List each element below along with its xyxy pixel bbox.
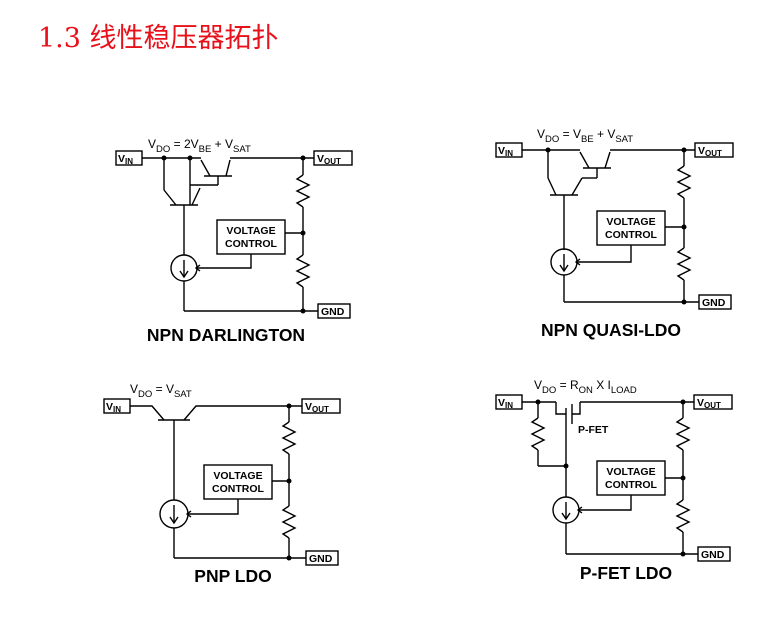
circuit-npn-quasi-ldo: VDO = VBE + VSAT VIN VOUT GND VOLTAGE CO… — [495, 127, 734, 340]
circuit-npn-darlington: VDO = 2VBE + VSAT VIN VOUT GND VOLTAGE C… — [115, 137, 353, 345]
gate-resistor — [530, 402, 566, 467]
dropout-formula: VDO = VBE + VSAT — [537, 127, 633, 145]
circuit-caption: P-FET LDO — [580, 563, 672, 583]
circuit-caption: NPN QUASI-LDO — [541, 320, 681, 340]
dropout-formula: VDO = VSAT — [130, 382, 192, 400]
linear-regulator-topologies-slide: 1.3 线性稳压器拓扑 VDO = 2VBE + VSAT VIN VOUT G… — [38, 23, 734, 586]
circuit-caption: PNP LDO — [194, 566, 271, 586]
gnd-pin-label: GND — [321, 306, 345, 318]
resistor-divider — [676, 150, 692, 302]
resistor-divider — [295, 158, 311, 311]
voltage-control-label: VOLTAGE — [226, 225, 275, 237]
circuit-caption: NPN DARLINGTON — [147, 325, 305, 345]
npn-transistor-q2 — [163, 187, 201, 222]
voltage-control-label: CONTROL — [605, 479, 657, 491]
circuit-pnp-ldo: VDO = VSAT VIN VOUT GND VOLTAGE CONTROL — [103, 382, 341, 586]
voltage-control-label: VOLTAGE — [606, 216, 655, 228]
dropout-formula: VDO = 2VBE + VSAT — [148, 137, 251, 155]
voltage-control-label: CONTROL — [225, 238, 277, 250]
junction-dot — [286, 555, 292, 561]
gnd-pin-label: GND — [702, 297, 726, 309]
dropout-formula: VDO = RON X ILOAD — [534, 378, 637, 396]
slide-title: 1.3 线性稳压器拓扑 — [38, 23, 279, 54]
p-fet-label: P-FET — [578, 424, 609, 436]
pnp-driver-transistor — [547, 150, 583, 250]
npn-transistor-q1 — [190, 159, 232, 186]
p-fet-transistor — [555, 401, 694, 466]
gnd-pin-label: GND — [701, 549, 725, 561]
voltage-control-label: CONTROL — [212, 483, 264, 495]
junction-dot — [681, 299, 687, 305]
circuit-p-fet-ldo: VDO = RON X ILOAD VIN VOUT GND P-FET VOL… — [495, 378, 733, 583]
voltage-control-label: VOLTAGE — [606, 466, 655, 478]
junction-dot — [300, 308, 306, 314]
voltage-control-label: CONTROL — [605, 229, 657, 241]
npn-pass-transistor — [579, 151, 611, 179]
resistor-divider — [281, 406, 297, 558]
junction-dot — [680, 551, 686, 557]
gnd-pin-label: GND — [309, 553, 333, 565]
voltage-control-label: VOLTAGE — [213, 470, 262, 482]
